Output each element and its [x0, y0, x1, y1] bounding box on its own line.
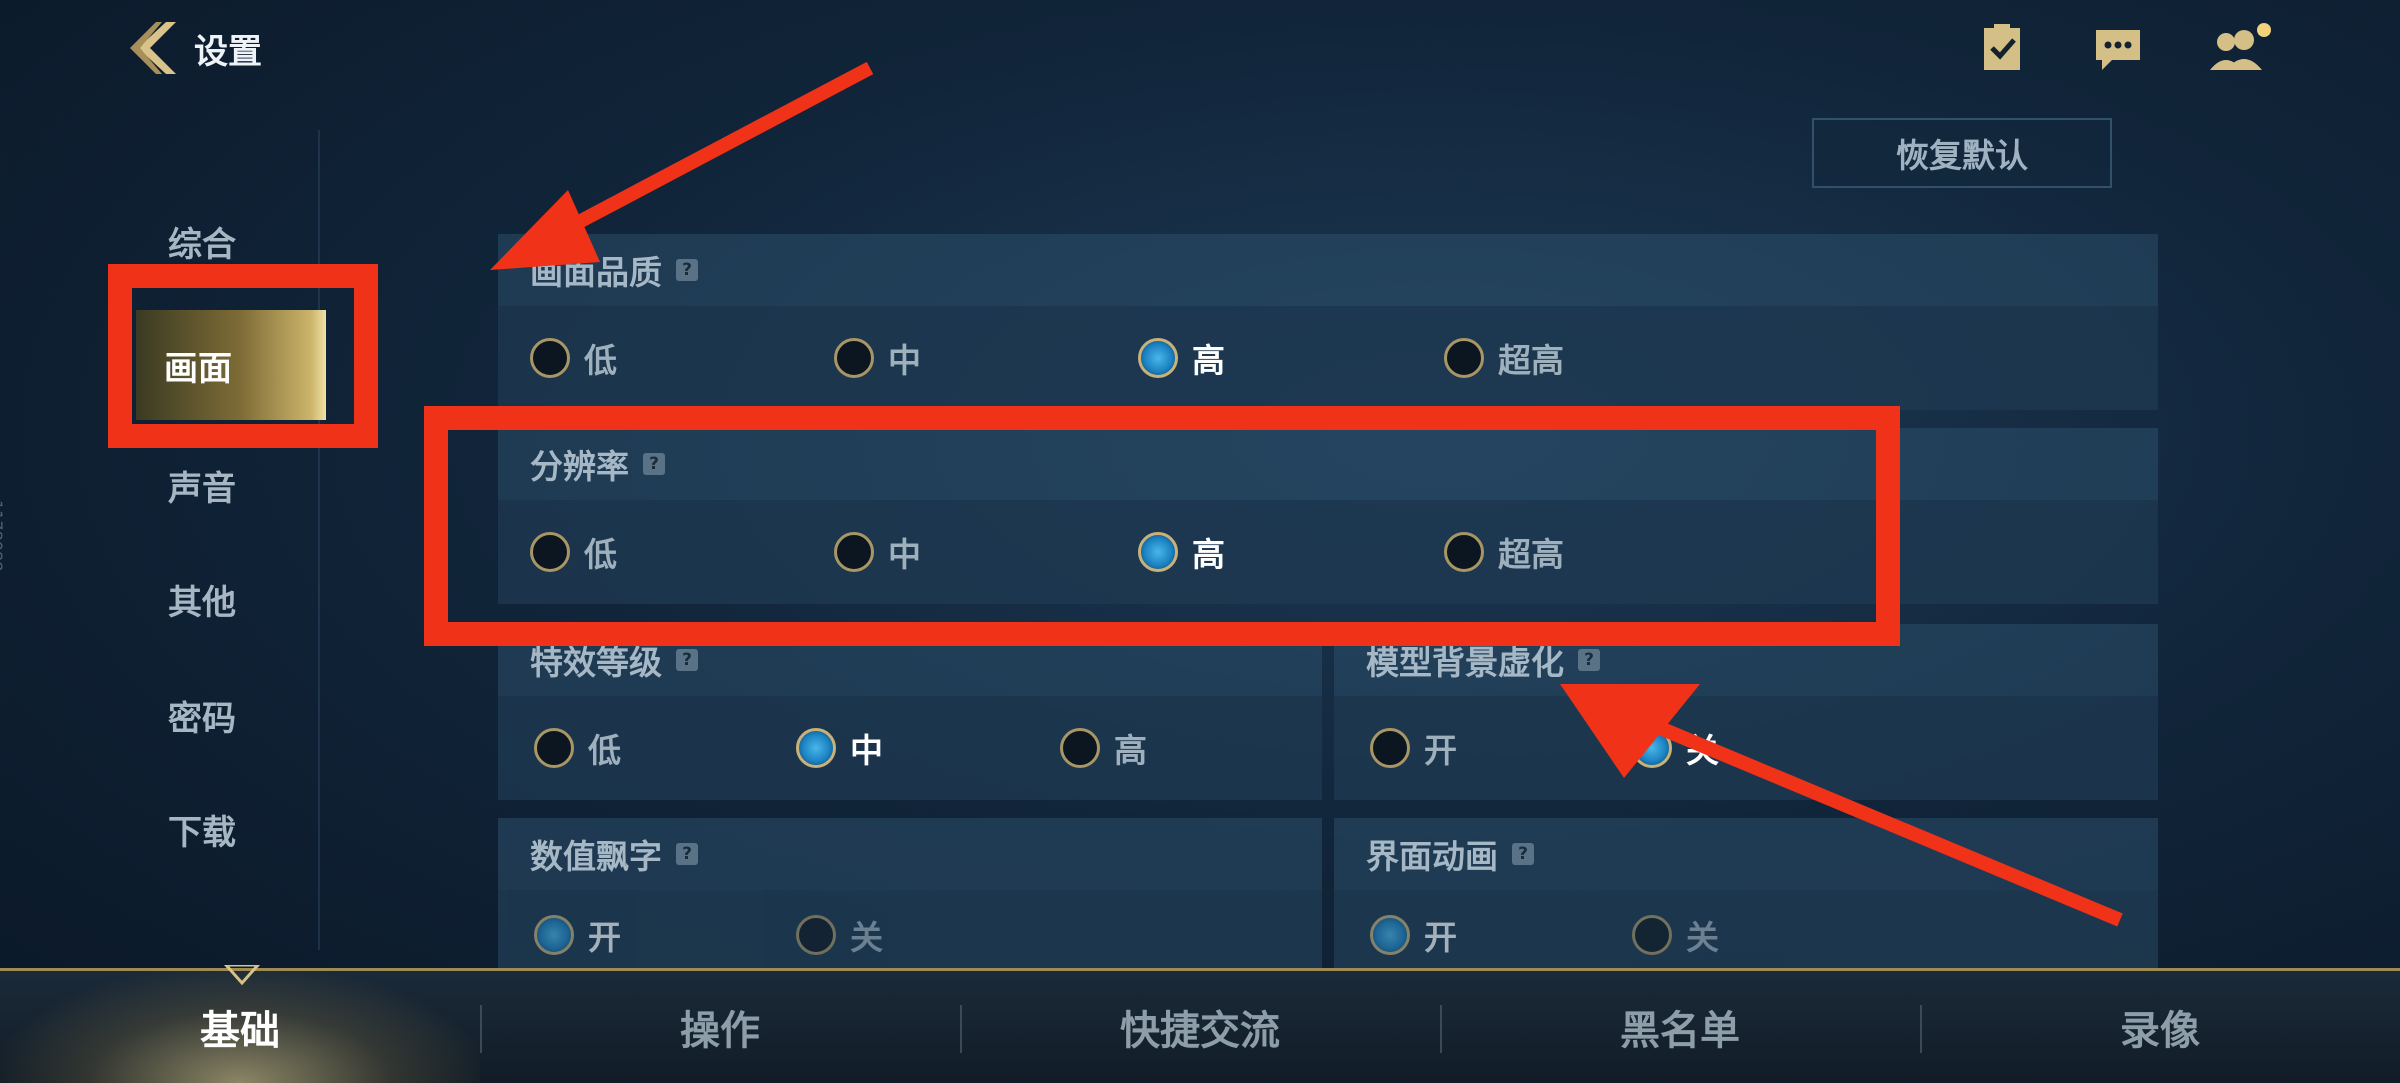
arrow-to-resolution — [1657, 721, 2123, 927]
bottom-tab-bar: 基础 操作 快捷交流 黑名单 录像 — [0, 965, 2400, 1083]
tab-quick-chat[interactable]: 快捷交流 — [960, 971, 1440, 1083]
arrow-to-graphics-tab — [556, 61, 874, 239]
tab-blacklist[interactable]: 黑名单 — [1440, 971, 1920, 1083]
annotation-arrows — [490, 61, 2123, 927]
tab-replay[interactable]: 录像 — [1920, 971, 2400, 1083]
arrow-head-icon — [490, 190, 600, 270]
tab-controls[interactable]: 操作 — [480, 971, 960, 1083]
tab-basic[interactable]: 基础 — [0, 971, 480, 1083]
